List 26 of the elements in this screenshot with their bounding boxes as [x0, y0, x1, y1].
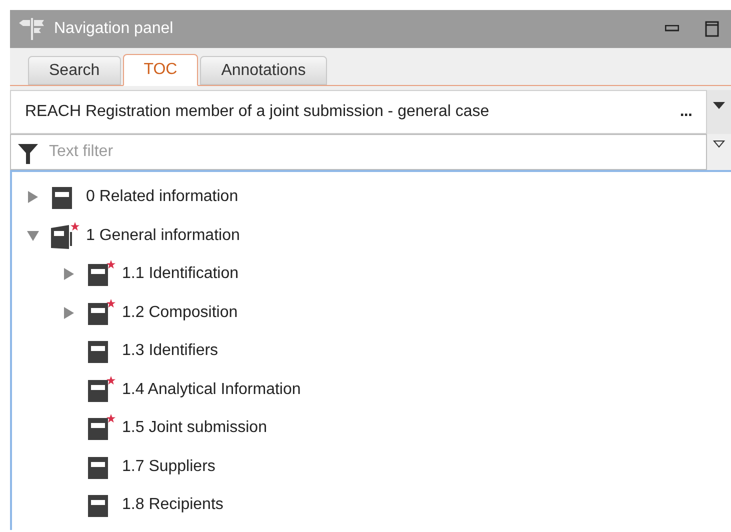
tree-item[interactable]: 1 General information: [86, 224, 240, 248]
tree-item[interactable]: 1.3 Identifiers: [122, 339, 218, 364]
tree-item[interactable]: 1.2 Composition: [122, 300, 238, 325]
tab[interactable]: Annotations: [200, 56, 327, 85]
expand-arrow-icon[interactable]: [64, 268, 74, 280]
collapse-arrow-icon[interactable]: [27, 230, 39, 241]
filter-field[interactable]: Text filter: [10, 134, 707, 170]
minimize-icon[interactable]: [665, 25, 679, 33]
signpost-icon: [18, 18, 46, 40]
tab[interactable]: Search: [28, 56, 121, 85]
window-title: Navigation panel: [54, 19, 174, 39]
caret-icon: [713, 102, 725, 109]
tree-item[interactable]: 1.7 Suppliers: [122, 454, 216, 479]
tree-item[interactable]: 1.8 Recipients: [122, 493, 224, 518]
template-field[interactable]: REACH Registration member of a joint submission - general case ...: [10, 90, 707, 134]
tab[interactable]: TOC: [122, 54, 198, 86]
dropdown-button[interactable]: [707, 90, 731, 134]
caret-icon: [713, 140, 725, 148]
tree-item[interactable]: 1.4 Analytical Information: [122, 378, 301, 402]
expand-arrow-icon[interactable]: [28, 191, 38, 204]
expand-arrow-icon[interactable]: [64, 306, 74, 319]
tree-item[interactable]: 0 Related information: [86, 185, 238, 210]
filter-icon: [18, 142, 38, 164]
tree-item[interactable]: 1.1 Identification: [122, 262, 239, 286]
maximize-icon[interactable]: [705, 21, 719, 37]
tree-item[interactable]: 1.5 Joint submission: [122, 416, 267, 440]
